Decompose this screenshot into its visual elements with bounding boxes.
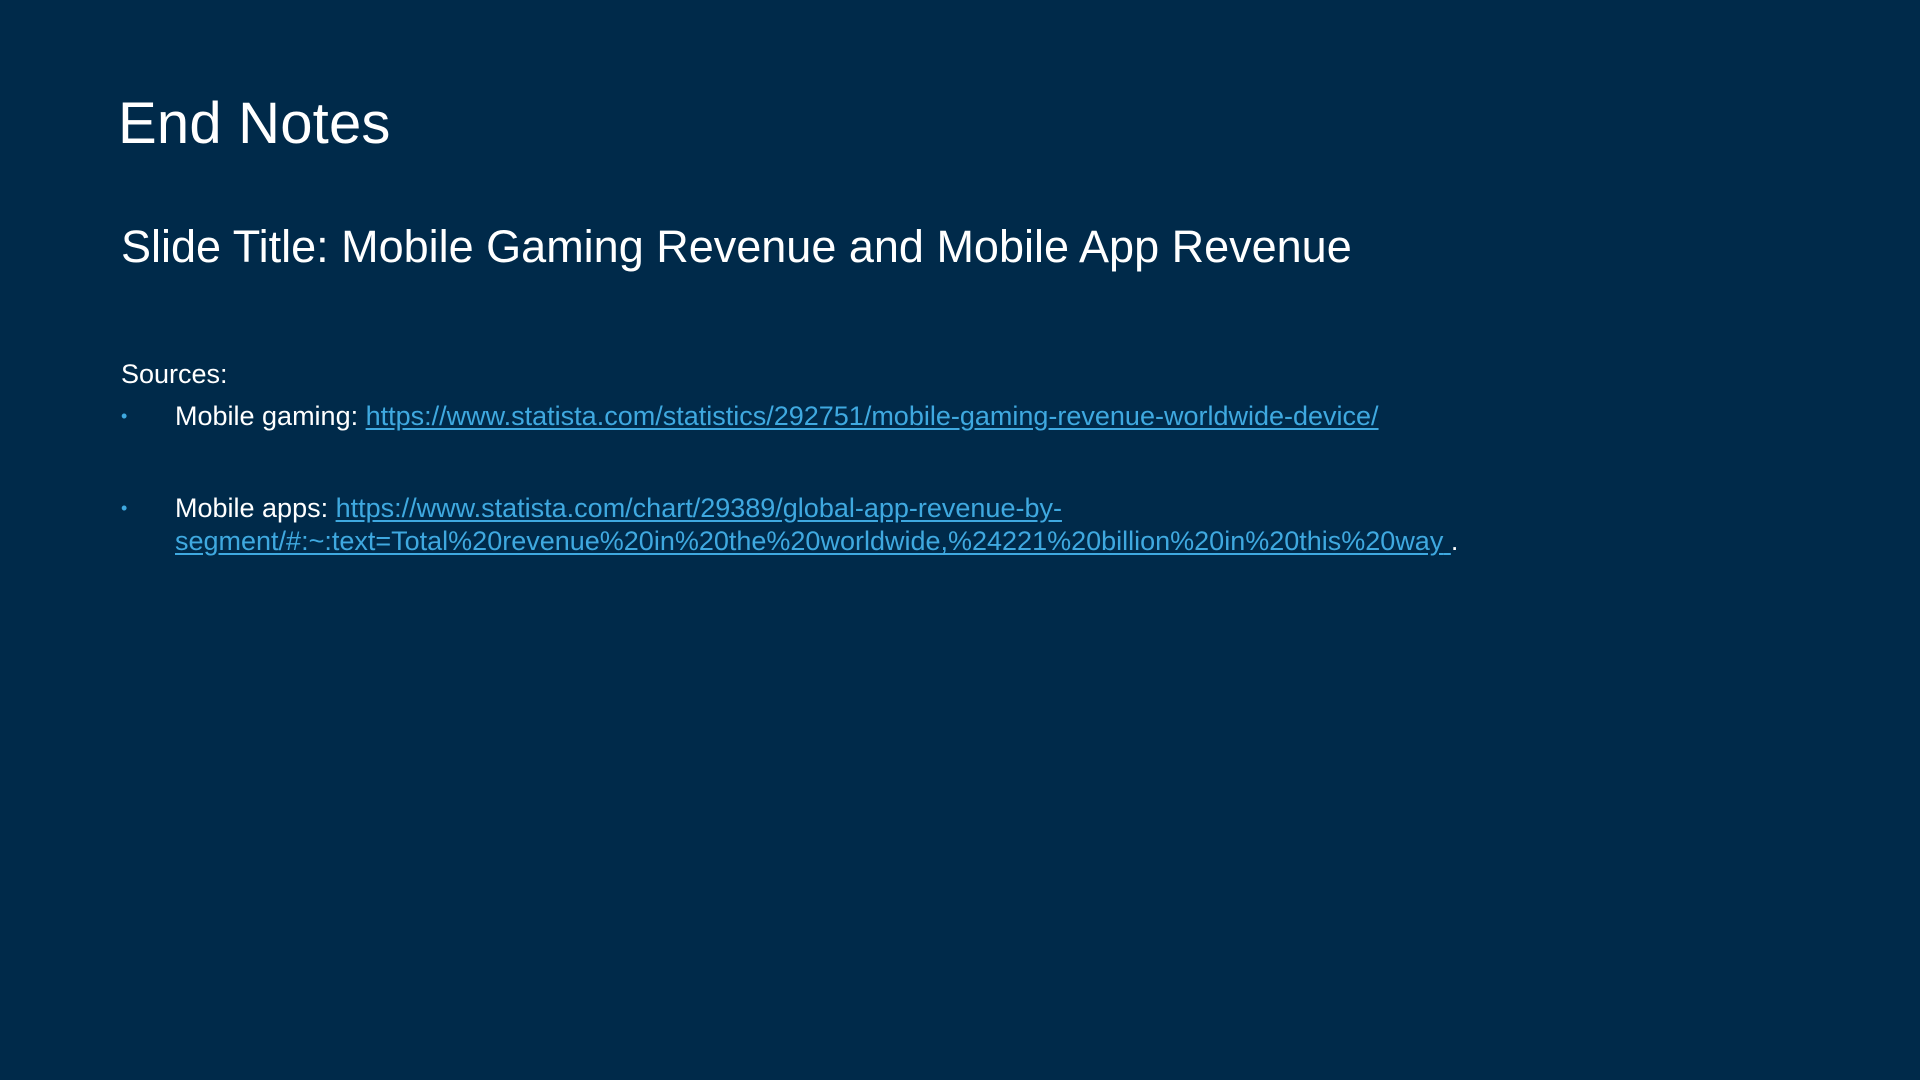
source-item-mobile-apps: • Mobile apps: https://www.statista.com/… [121,492,1521,558]
mobile-apps-source-link-line-1: https://www.statista.com/chart/29389/glo… [335,493,1062,523]
source-label: Mobile apps: [175,493,336,523]
mobile-apps-source-link[interactable]: https://www.statista.com/chart/29389/glo… [175,493,1451,556]
source-label: Mobile gaming: [175,401,366,431]
bullet-dot-icon: • [121,406,128,426]
bullet-dot-icon: • [121,498,128,518]
mobile-gaming-source-link[interactable]: https://www.statista.com/statistics/2927… [366,401,1379,431]
mobile-apps-source-link-line-2: segment/#:~:text=Total%20revenue%20in%20… [175,526,1444,556]
sources-list: • Mobile gaming: https://www.statista.co… [121,400,1521,558]
slide: End Notes Slide Title: Mobile Gaming Rev… [0,0,1920,1080]
page-title: End Notes [118,91,391,156]
sources-label: Sources: [121,359,228,389]
source-suffix: . [1450,526,1459,556]
slide-subtitle: Slide Title: Mobile Gaming Revenue and M… [121,221,1352,272]
source-item-mobile-gaming: • Mobile gaming: https://www.statista.co… [121,400,1521,433]
